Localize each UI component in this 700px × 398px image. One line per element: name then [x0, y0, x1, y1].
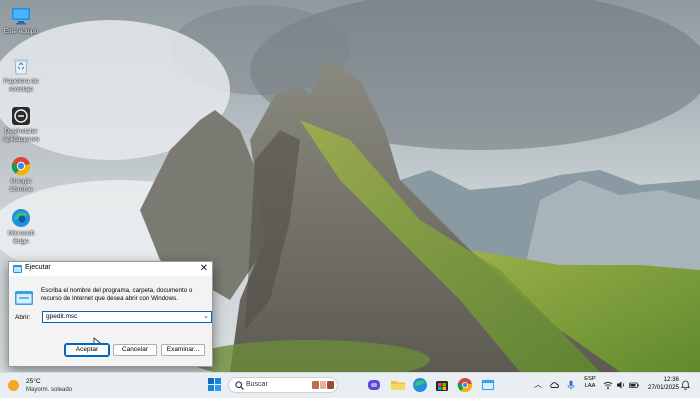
open-input[interactable]: gpedit.msc: [46, 313, 77, 320]
volume-icon[interactable]: [616, 380, 626, 390]
run-app-icon[interactable]: [480, 377, 496, 393]
desktop-icon-label: Desinstalar Aplicaciones: [2, 128, 40, 143]
weather-temp: 25°C: [26, 378, 41, 385]
chrome-icon: [11, 157, 31, 176]
desktop-icon-desinstalar[interactable]: Desinstalar Aplicaciones: [2, 106, 40, 143]
open-combobox[interactable]: gpedit.msc ⌄: [42, 311, 212, 323]
monitor-icon: [12, 8, 30, 25]
taskbar-search[interactable]: Buscar: [228, 377, 338, 393]
wifi-icon[interactable]: [603, 380, 613, 390]
desktop-icon-label: Google Chrome: [9, 178, 33, 193]
search-placeholder: Buscar: [246, 381, 268, 388]
clock-time: 12:36: [663, 376, 679, 383]
keyboard-layout: LAA: [584, 383, 596, 389]
desktop-icon-papelera[interactable]: Papelera de reciclaje: [2, 56, 40, 93]
desktop-icon-este-equipo[interactable]: Este equipo: [2, 6, 40, 36]
edge-icon[interactable]: [412, 377, 428, 393]
desktop-icon-label: Este equipo: [3, 28, 39, 35]
taskbar: 25°C Mayorm. soleado Buscar ︿ ESP LAA 12…: [0, 372, 700, 398]
file-explorer-icon[interactable]: [390, 377, 406, 393]
close-button[interactable]: ✕: [200, 262, 208, 276]
show-hidden-icons-chevron-icon[interactable]: ︿: [534, 379, 542, 390]
copilot-icon[interactable]: [366, 377, 382, 393]
windows-start-icon[interactable]: [208, 378, 221, 391]
battery-icon[interactable]: [629, 380, 639, 390]
chrome-icon[interactable]: [457, 377, 473, 393]
uninstall-icon: [12, 107, 30, 125]
edge-icon: [12, 209, 30, 227]
run-dialog: Ejecutar ✕ Escriba el nombre del program…: [8, 261, 213, 367]
open-label: Abrir:: [15, 314, 31, 321]
weather-desc: Mayorm. soleado: [26, 387, 73, 393]
desktop-icon-label: Papelera de reciclaje: [3, 78, 39, 93]
run-app-icon: [13, 265, 22, 273]
system-clock[interactable]: 12:36 27/01/2025: [643, 376, 679, 392]
store-icon[interactable]: [434, 377, 450, 393]
microphone-icon[interactable]: [566, 380, 576, 390]
run-titlebar[interactable]: Ejecutar ✕: [9, 262, 212, 276]
recycle-bin-icon: [14, 59, 28, 75]
notification-bell-icon[interactable]: [681, 380, 690, 390]
language-code: ESP: [584, 376, 596, 382]
run-program-icon: [15, 291, 33, 305]
desktop-icon-label: Microsoft Edge: [7, 230, 35, 245]
chevron-down-icon[interactable]: ⌄: [203, 312, 209, 320]
language-indicator[interactable]: ESP LAA: [583, 376, 597, 390]
search-highlight-icon: [312, 381, 334, 389]
desktop-icon-edge[interactable]: Microsoft Edge: [2, 208, 40, 245]
run-description: Escriba el nombre del programa, carpeta,…: [41, 287, 193, 303]
cloud-sync-icon[interactable]: [549, 380, 559, 390]
sun-icon: [8, 380, 19, 391]
browse-button[interactable]: Examinar...: [161, 344, 205, 356]
clock-date: 27/01/2025: [648, 384, 679, 391]
search-icon: [235, 381, 244, 390]
cancel-button[interactable]: Cancelar: [113, 344, 157, 356]
desktop-icon-chrome[interactable]: Google Chrome: [2, 156, 40, 193]
ok-button[interactable]: Aceptar: [64, 343, 110, 357]
run-dialog-title: Ejecutar: [25, 264, 51, 271]
